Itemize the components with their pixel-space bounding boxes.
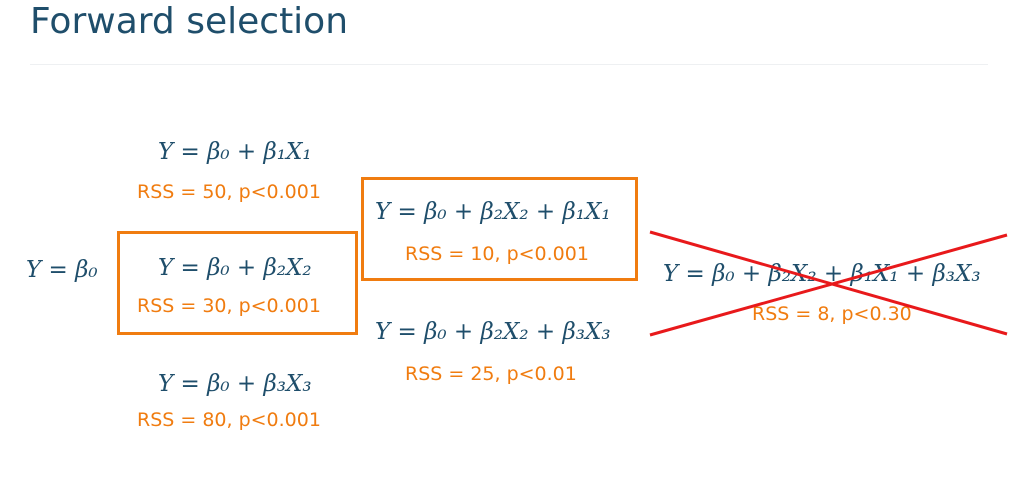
step1-x2-equation: Y = β₀ + β₂X₂ <box>158 255 312 281</box>
step1-selected-box <box>117 231 358 335</box>
step1-x3-equation: Y = β₀ + β₃X₃ <box>158 371 312 397</box>
page-title: Forward selection <box>30 1 349 42</box>
null-model-equation: Y = β₀ <box>26 257 98 283</box>
title-divider <box>30 64 988 65</box>
step2-x1-equation: Y = β₀ + β₂X₂ + β₁X₁ <box>375 199 611 225</box>
step1-x2-rss: RSS = 30, p<0.001 <box>137 295 321 317</box>
step2-x3-rss: RSS = 25, p<0.01 <box>405 363 577 385</box>
step1-x1-equation: Y = β₀ + β₁X₁ <box>158 139 312 165</box>
step2-x1-rss: RSS = 10, p<0.001 <box>405 243 589 265</box>
step2-x3-equation: Y = β₀ + β₂X₂ + β₃X₃ <box>375 319 611 345</box>
step3-x3-equation: Y = β₀ + β₂X₂ + β₁X₁ + β₃X₃ <box>663 261 981 287</box>
step1-x3-rss: RSS = 80, p<0.001 <box>137 409 321 431</box>
step1-x1-rss: RSS = 50, p<0.001 <box>137 181 321 203</box>
step3-x3-rss: RSS = 8, p<0.30 <box>752 303 912 325</box>
